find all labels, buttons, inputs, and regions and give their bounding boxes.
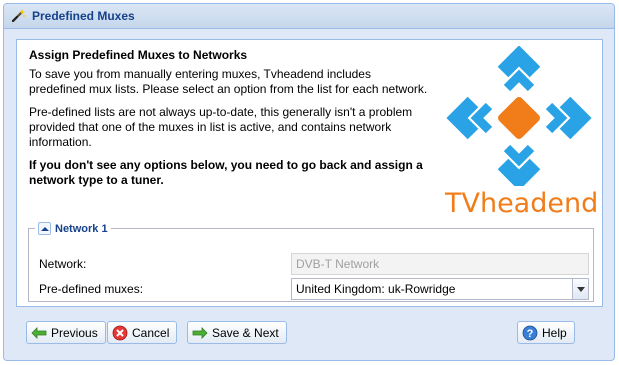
network-label: Network: xyxy=(39,257,87,271)
network-row: Network: xyxy=(39,253,289,275)
save-next-label: Save & Next xyxy=(212,325,279,340)
network-legend-label: Network 1 xyxy=(55,222,108,235)
tvheadend-logo: TVheadend xyxy=(445,45,599,221)
help-button[interactable]: ? Help xyxy=(517,321,575,344)
network-field: DVB-T Network xyxy=(291,253,589,275)
muxes-combo-value: United Kingdom: uk-Rowridge xyxy=(296,282,456,296)
wizard-window: Predefined Muxes Assign Predefined Muxes… xyxy=(3,3,615,361)
cancel-icon xyxy=(112,325,128,341)
muxes-row: Pre-defined muxes: xyxy=(39,278,289,300)
intro-paragraph-2: Pre-defined lists are not always up-to-d… xyxy=(29,105,413,149)
intro-paragraph-1: To save you from manually entering muxes… xyxy=(29,67,428,96)
collapse-icon[interactable] xyxy=(38,222,51,235)
previous-button[interactable]: Previous xyxy=(26,321,106,344)
muxes-label: Pre-defined muxes: xyxy=(39,282,144,296)
help-label: Help xyxy=(542,325,567,340)
help-icon: ? xyxy=(522,325,538,341)
arrow-left-icon xyxy=(31,325,47,341)
chevron-down-icon[interactable] xyxy=(572,278,589,300)
cancel-button[interactable]: Cancel xyxy=(107,321,178,344)
window-titlebar: Predefined Muxes xyxy=(4,4,614,29)
intro-heading: Assign Predefined Muxes to Networks xyxy=(29,48,248,62)
tvheadend-logo-icon xyxy=(446,45,592,191)
logo-text: TVheadend xyxy=(445,188,599,219)
wizard-body: Assign Predefined Muxes to Networks To s… xyxy=(16,39,603,307)
intro-paragraph-3: If you don't see any options below, you … xyxy=(29,158,423,187)
intro-text: Assign Predefined Muxes to Networks To s… xyxy=(29,48,429,196)
svg-text:?: ? xyxy=(527,328,534,340)
window-title: Predefined Muxes xyxy=(32,9,135,23)
save-next-button[interactable]: Save & Next xyxy=(187,321,287,344)
network-legend: Network 1 xyxy=(35,222,111,235)
muxes-combo[interactable]: United Kingdom: uk-Rowridge xyxy=(291,278,589,300)
wand-icon xyxy=(10,8,26,24)
previous-label: Previous xyxy=(51,325,98,340)
arrow-right-icon xyxy=(192,325,208,341)
network-fieldset: Network 1 Network: DVB-T Network Pre-def… xyxy=(28,222,594,302)
cancel-label: Cancel xyxy=(132,325,170,340)
